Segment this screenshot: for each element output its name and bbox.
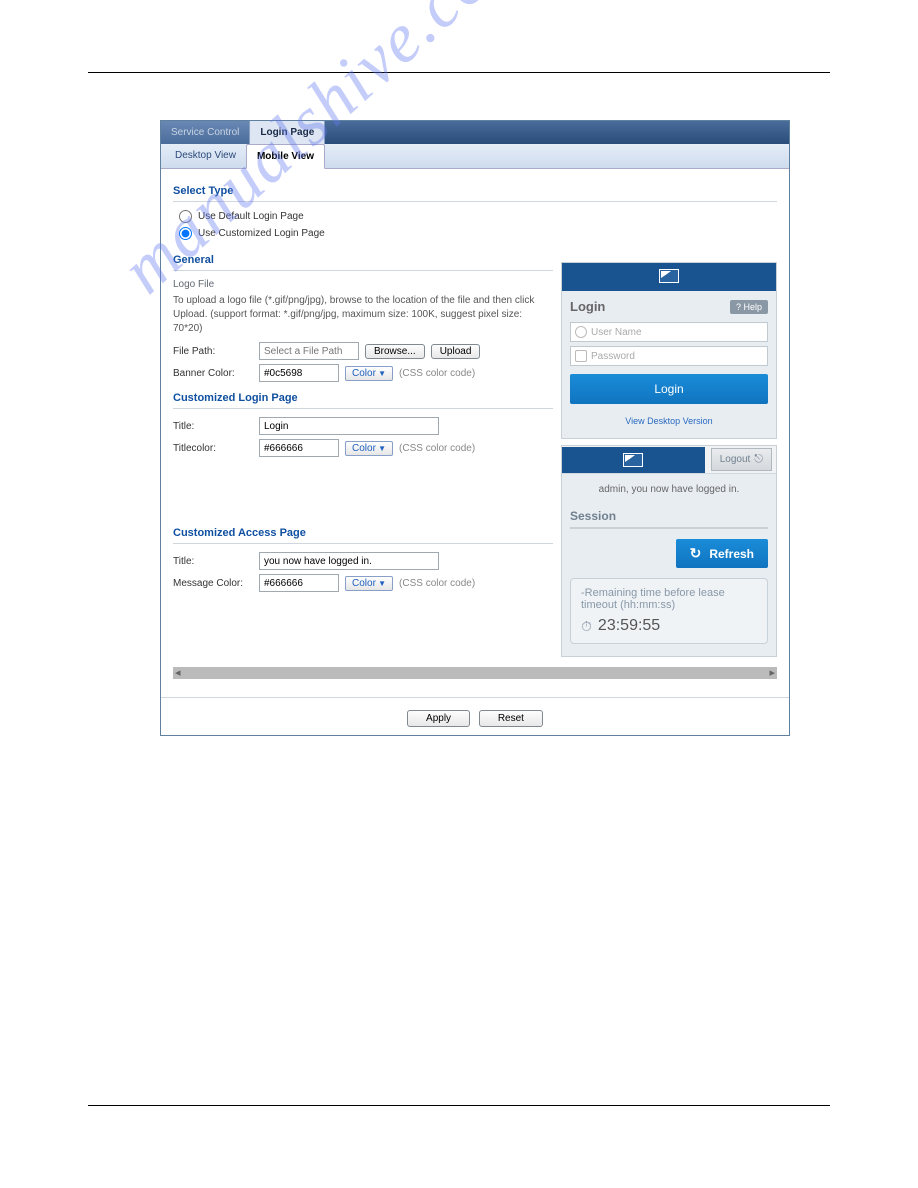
reset-button[interactable]: Reset (479, 710, 543, 727)
banner-color-picker[interactable]: Color (345, 366, 393, 381)
apply-button[interactable]: Apply (407, 710, 470, 727)
tabbar-sub: Desktop View Mobile View (161, 144, 789, 169)
clp-titlecolor-label: Titlecolor: (173, 443, 253, 454)
radio-default-login[interactable] (179, 210, 192, 223)
help-button[interactable]: ? Help (730, 300, 768, 314)
preview2-banner (562, 447, 705, 473)
timeout-box: -Remaining time before lease timeout (hh… (570, 578, 768, 644)
tab-mobile-view[interactable]: Mobile View (246, 144, 325, 169)
tabbar-top: Service Control Login Page (161, 121, 789, 144)
clp-titlecolor-input[interactable] (259, 439, 339, 457)
browse-button[interactable]: Browse... (365, 344, 425, 359)
session-heading: Session (570, 505, 768, 529)
password-placeholder: Password (591, 351, 635, 362)
login-preview: Login ? Help User Name Password Login Vi… (561, 262, 777, 439)
image-icon (623, 453, 643, 467)
refresh-label: Refresh (709, 547, 754, 561)
cap-color-picker[interactable]: Color (345, 576, 393, 591)
file-path-input[interactable] (259, 342, 359, 360)
clp-title-label: Title: (173, 421, 253, 432)
logout-button[interactable]: Logout (711, 448, 772, 471)
preview-login-title: Login (570, 299, 605, 314)
view-desktop-link[interactable]: View Desktop Version (562, 412, 776, 438)
footer-buttons: Apply Reset (161, 697, 789, 735)
radio-default-label: Use Default Login Page (198, 211, 304, 222)
tab-login-page[interactable]: Login Page (250, 121, 325, 144)
select-type-heading: Select Type (173, 185, 777, 197)
preview-banner (562, 263, 776, 291)
cap-msgcolor-input[interactable] (259, 574, 339, 592)
page-rule-top (88, 72, 830, 73)
banner-color-label: Banner Color: (173, 368, 253, 379)
remaining-label: -Remaining time before lease timeout (hh… (581, 587, 757, 611)
username-placeholder: User Name (591, 327, 642, 338)
preview-login-button[interactable]: Login (570, 374, 768, 404)
page-rule-bottom (88, 1105, 830, 1106)
cap-msgcolor-label: Message Color: (173, 578, 253, 589)
divider (173, 270, 553, 271)
css-hint: (CSS color code) (399, 368, 475, 379)
divider (173, 408, 553, 409)
radio-custom-login[interactable] (179, 227, 192, 240)
upload-button[interactable]: Upload (431, 344, 481, 359)
clp-heading: Customized Login Page (173, 392, 553, 404)
image-icon (659, 269, 679, 283)
clp-title-input[interactable] (259, 417, 439, 435)
refresh-button[interactable]: Refresh (676, 539, 768, 568)
remaining-time: 23:59:55 (581, 617, 757, 635)
time-value: 23:59:55 (598, 617, 660, 635)
banner-color-input[interactable] (259, 364, 339, 382)
lock-icon (575, 350, 587, 362)
logout-label: Logout (720, 454, 751, 465)
access-preview: Logout admin, you now have logged in. Se… (561, 445, 777, 657)
username-input[interactable]: User Name (570, 322, 768, 342)
divider (173, 201, 777, 202)
tab-service-control[interactable]: Service Control (161, 121, 250, 144)
logo-file-label: Logo File (173, 279, 553, 290)
general-heading: General (173, 254, 553, 266)
password-input[interactable]: Password (570, 346, 768, 366)
cap-heading: Customized Access Page (173, 527, 553, 539)
css-hint: (CSS color code) (399, 443, 475, 454)
app-window: Service Control Login Page Desktop View … (160, 120, 790, 736)
user-icon (575, 326, 587, 338)
divider (173, 543, 553, 544)
css-hint: (CSS color code) (399, 578, 475, 589)
clp-color-picker[interactable]: Color (345, 441, 393, 456)
logo-file-desc: To upload a logo file (*.gif/png/jpg), b… (173, 294, 553, 336)
tab-desktop-view[interactable]: Desktop View (165, 144, 246, 168)
cap-title-label: Title: (173, 556, 253, 567)
access-message: admin, you now have logged in. (562, 474, 776, 505)
radio-custom-label: Use Customized Login Page (198, 228, 325, 239)
horizontal-scrollbar[interactable] (173, 667, 777, 679)
content-area: Select Type Use Default Login Page Use C… (161, 169, 789, 689)
cap-title-input[interactable] (259, 552, 439, 570)
file-path-label: File Path: (173, 346, 253, 357)
